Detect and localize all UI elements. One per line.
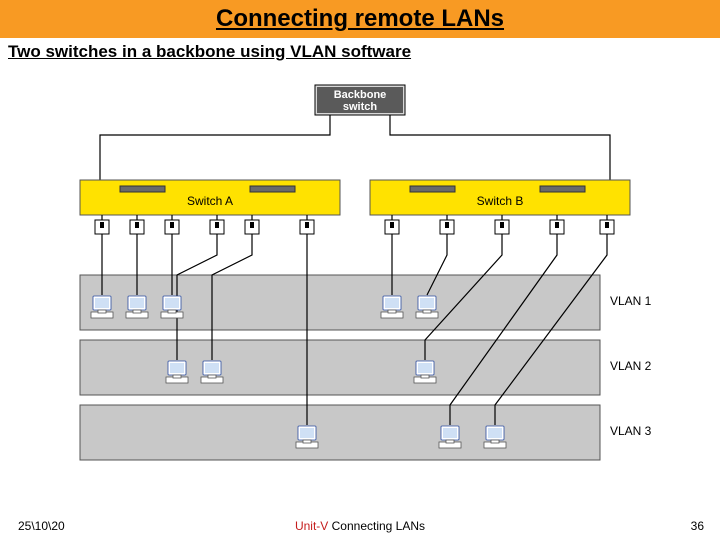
switch-a-label: Switch A: [187, 194, 233, 208]
backbone-switch: Backbone switch: [315, 85, 405, 115]
wire-backbone-to-a: [100, 115, 330, 180]
page-title: Connecting remote LANs: [216, 5, 504, 33]
footer-date: 25\10\20: [0, 519, 65, 533]
vlan3-label: VLAN 3: [610, 424, 652, 438]
network-diagram: Backbone switch Switch A Switch B: [70, 80, 650, 480]
pc-icon: [126, 296, 148, 318]
footer-unit-suffix: Connecting LANs: [328, 519, 425, 533]
wire-backbone-to-b: [390, 115, 610, 180]
title-bar: Connecting remote LANs: [0, 0, 720, 38]
vlan-3-box: VLAN 3: [80, 405, 652, 460]
subtitle: Two switches in a backbone using VLAN so…: [0, 38, 720, 62]
pc-icon: [296, 426, 318, 448]
pc-icon: [381, 296, 403, 318]
pc-icon: [201, 361, 223, 383]
switch-b-label: Switch B: [477, 194, 524, 208]
switch-b: Switch B: [370, 180, 630, 215]
pc-icon: [161, 296, 183, 318]
footer-unit: Unit-V Connecting LANs: [295, 519, 425, 533]
vlan1-label: VLAN 1: [610, 294, 652, 308]
pc-icon: [439, 426, 461, 448]
ports-a: [95, 220, 314, 234]
pc-icon: [484, 426, 506, 448]
ports-b: [385, 220, 614, 234]
diagram-svg: Backbone switch Switch A Switch B: [70, 80, 650, 480]
backbone-label-2: switch: [343, 101, 378, 113]
footer-page: 36: [691, 519, 704, 533]
pc-icon: [91, 296, 113, 318]
pc-icon: [416, 296, 438, 318]
vlan2-label: VLAN 2: [610, 359, 652, 373]
pc-icon: [414, 361, 436, 383]
backbone-label-1: Backbone: [334, 89, 387, 101]
switch-a: Switch A: [80, 180, 340, 215]
footer-unit-prefix: Unit-V: [295, 519, 328, 533]
vlan-2-box: VLAN 2: [80, 340, 652, 395]
footer: 25\10\20 Unit-V Connecting LANs 36: [0, 516, 720, 536]
pc-icon: [166, 361, 188, 383]
